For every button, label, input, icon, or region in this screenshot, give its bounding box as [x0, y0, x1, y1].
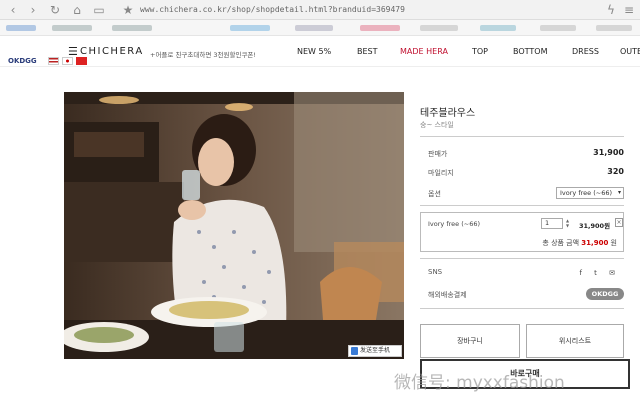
- option-select[interactable]: Ivory free (~66) ▾: [556, 187, 624, 199]
- wechat-watermark: 微信号: myxxfashion: [394, 373, 565, 393]
- menu-icon[interactable]: ≡: [622, 3, 636, 17]
- selected-option-box: Ivory free (~66) 1 ▲ ▼ 31,900원 × 총 상품 금액 …: [420, 212, 624, 252]
- total-price: 총 상품 금액 31,900 원: [542, 238, 617, 248]
- send-to-phone-label: 发送至手机: [360, 347, 391, 354]
- product-photo-illustration: [64, 92, 404, 359]
- cart-button[interactable]: 장바구니: [420, 324, 520, 358]
- star-icon[interactable]: ★: [121, 3, 135, 17]
- quantity-input[interactable]: 1: [541, 218, 563, 229]
- wishlist-button[interactable]: 위시리스트: [526, 324, 624, 358]
- nav-item-best[interactable]: BEST: [357, 47, 378, 56]
- option-select-value: Ivory free (~66): [560, 189, 612, 197]
- home-icon[interactable]: ⌂: [70, 3, 84, 17]
- address-bar[interactable]: www.chichera.co.kr/shop/shopdetail.html?…: [140, 5, 405, 14]
- phone-icon: [351, 347, 358, 355]
- total-unit: 원: [610, 239, 617, 247]
- divider: [420, 308, 624, 309]
- sns-share-icons[interactable]: f t ✉: [579, 269, 620, 277]
- send-to-phone-button[interactable]: 发送至手机: [348, 345, 402, 357]
- remove-option-button[interactable]: ×: [615, 218, 623, 227]
- okdgg-pay-badge[interactable]: OKDGG: [586, 288, 624, 300]
- bookmark-item[interactable]: [112, 25, 152, 31]
- bookmark-item[interactable]: [295, 25, 333, 31]
- overseas-payment-label: 해외배송결제: [428, 291, 467, 299]
- brand-logo[interactable]: CHICHERA: [80, 46, 144, 57]
- okdgg-logo[interactable]: OKDGG: [8, 57, 37, 65]
- nav-item-made-hera[interactable]: MADE HERA: [400, 47, 448, 56]
- quantity-stepper[interactable]: ▲ ▼: [564, 218, 571, 229]
- bookmark-item[interactable]: [360, 25, 400, 31]
- bookmark-item[interactable]: [420, 25, 458, 31]
- product-style: 숭~ 스타일: [420, 121, 454, 129]
- product-name: 테주블라우스: [420, 108, 476, 119]
- reader-icon[interactable]: ▭: [92, 3, 106, 17]
- option-line-price: 31,900원: [579, 222, 611, 230]
- product-photo[interactable]: [64, 92, 404, 359]
- promo-text[interactable]: +어플로 친구초대하면 3천원할인쿠폰!: [150, 49, 256, 59]
- back-icon[interactable]: ‹: [6, 3, 20, 17]
- total-value: 31,900: [581, 239, 609, 247]
- mileage-value: 320: [607, 167, 624, 176]
- divider: [420, 136, 624, 137]
- total-label: 총 상품 금액: [542, 239, 580, 247]
- bookmark-item[interactable]: [540, 25, 576, 31]
- reload-icon[interactable]: ↻: [48, 3, 62, 17]
- selected-option-name: Ivory free (~66): [428, 220, 480, 228]
- sns-label: SNS: [428, 268, 443, 276]
- bookmark-item[interactable]: [230, 25, 270, 31]
- nav-item-outer[interactable]: OUTE: [620, 47, 640, 56]
- hamburger-menu-icon[interactable]: ☰: [68, 45, 78, 58]
- nav-item-new[interactable]: NEW 5%: [297, 47, 331, 56]
- forward-icon[interactable]: ›: [26, 3, 40, 17]
- bookmark-item[interactable]: [52, 25, 92, 31]
- mileage-label: 마일리지: [428, 169, 454, 177]
- price-value: 31,900: [593, 148, 624, 157]
- us-flag-icon[interactable]: [48, 57, 59, 65]
- bookmark-item[interactable]: [596, 25, 632, 31]
- price-label: 판매가: [428, 150, 448, 158]
- china-flag-icon[interactable]: [76, 57, 87, 65]
- nav-item-top[interactable]: TOP: [472, 47, 488, 56]
- bookmark-item[interactable]: [6, 25, 36, 31]
- chevron-down-icon: ▾: [617, 189, 621, 196]
- site-header: OKDGG ☰ CHICHERA +어플로 친구초대하면 3천원할인쿠폰! NE…: [0, 37, 640, 67]
- bookmarks-bar: [0, 20, 640, 36]
- divider: [420, 258, 624, 259]
- nav-item-dress[interactable]: DRESS: [572, 47, 599, 56]
- divider: [420, 205, 624, 206]
- nav-item-bottom[interactable]: BOTTOM: [513, 47, 547, 56]
- browser-toolbar: ‹ › ↻ ⌂ ▭ ★ www.chichera.co.kr/shop/shop…: [0, 0, 640, 20]
- bolt-icon[interactable]: ϟ: [604, 3, 618, 17]
- option-label: 옵션: [428, 190, 441, 198]
- bookmark-item[interactable]: [480, 25, 516, 31]
- japan-flag-icon[interactable]: [62, 57, 73, 65]
